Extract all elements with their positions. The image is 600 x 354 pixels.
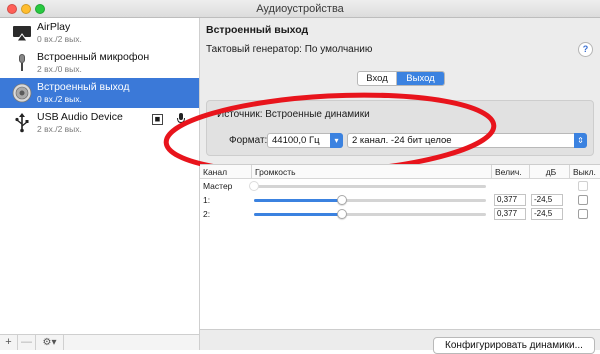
mute-checkbox[interactable]	[578, 195, 588, 205]
column-header-value: Велич.	[492, 165, 530, 179]
microphone-icon	[19, 54, 25, 71]
help-button[interactable]: ?	[578, 42, 593, 57]
table-row: 1: 0,377 -24,5	[200, 193, 600, 207]
audio-devices-window: Аудиоустройства AirPlay 0 вх./2 вых. Вст…	[0, 0, 600, 354]
device-name: USB Audio Device	[37, 111, 123, 123]
volume-slider-knob[interactable]	[337, 195, 348, 205]
volume-value-field[interactable]: 0,377	[494, 194, 526, 206]
tab-input[interactable]: Вход	[358, 72, 397, 85]
volume-value-field[interactable]: 0,377	[494, 208, 526, 220]
mute-checkbox[interactable]	[578, 181, 588, 191]
volume-slider-knob[interactable]	[337, 209, 348, 219]
tab-output[interactable]: Выход	[397, 72, 444, 85]
device-channels: 2 вх./0 вых.	[37, 64, 82, 74]
device-detail-panel: Встроенный выход Тактовый генератор: По …	[163, 18, 600, 354]
airplay-icon	[13, 26, 31, 42]
channel-name: 1:	[203, 195, 211, 205]
device-channels: 0 вх./2 вых.	[37, 94, 82, 104]
device-name: Встроенный выход	[37, 81, 130, 93]
volume-table: Канал Громкость Велич. дБ Выкл. Мастер 1…	[200, 164, 600, 330]
device-name: AirPlay	[37, 21, 71, 33]
volume-slider-knob[interactable]	[249, 181, 259, 191]
usb-icon	[15, 113, 29, 133]
volume-slider-fill	[254, 213, 343, 216]
column-header-volume: Громкость	[252, 165, 492, 179]
channel-name: Мастер	[203, 181, 233, 191]
column-header-db: дБ	[530, 165, 570, 179]
title-bar: Аудиоустройства	[0, 0, 600, 18]
gear-icon: ⚙▾	[42, 337, 57, 348]
device-channels: 2 вх./2 вых.	[37, 124, 82, 134]
volume-db-field[interactable]: -24,5	[531, 208, 563, 220]
volume-slider-fill	[254, 199, 343, 202]
volume-slider[interactable]	[254, 209, 486, 219]
table-row: Мастер	[200, 179, 600, 193]
table-row: 2: 0,377 -24,5	[200, 207, 600, 221]
channel-name: 2:	[203, 209, 211, 219]
direction-segmented-control: Вход Выход	[357, 71, 445, 86]
device-channels: 0 вх./2 вых.	[37, 34, 82, 44]
device-name: Встроенный микрофон	[37, 51, 150, 63]
device-title: Встроенный выход	[206, 24, 309, 36]
mute-checkbox[interactable]	[578, 209, 588, 219]
sidebar-toolbar: + — ⚙▾	[0, 334, 200, 350]
volume-slider[interactable]	[254, 195, 486, 205]
up-down-chevron-icon: ⇕	[574, 133, 587, 148]
device-item-built-in-microphone[interactable]: Встроенный микрофон 2 вх./0 вых.	[0, 48, 199, 78]
device-item-airplay[interactable]: AirPlay 0 вх./2 вых.	[0, 18, 199, 48]
speaker-icon	[12, 83, 32, 103]
window-title: Аудиоустройства	[256, 3, 344, 15]
gear-menu-button[interactable]: ⚙▾	[36, 335, 64, 350]
volume-slider[interactable]	[249, 181, 486, 191]
clock-source-label: Тактовый генератор: По умолчанию	[206, 44, 373, 55]
remove-device-button[interactable]: —	[18, 335, 36, 350]
volume-db-field[interactable]: -24,5	[531, 194, 563, 206]
column-header-channel: Канал	[200, 165, 252, 179]
add-device-button[interactable]: +	[0, 335, 18, 350]
column-header-mute: Выкл.	[570, 165, 600, 179]
configure-speakers-button[interactable]: Конфигурировать динамики...	[433, 337, 595, 354]
